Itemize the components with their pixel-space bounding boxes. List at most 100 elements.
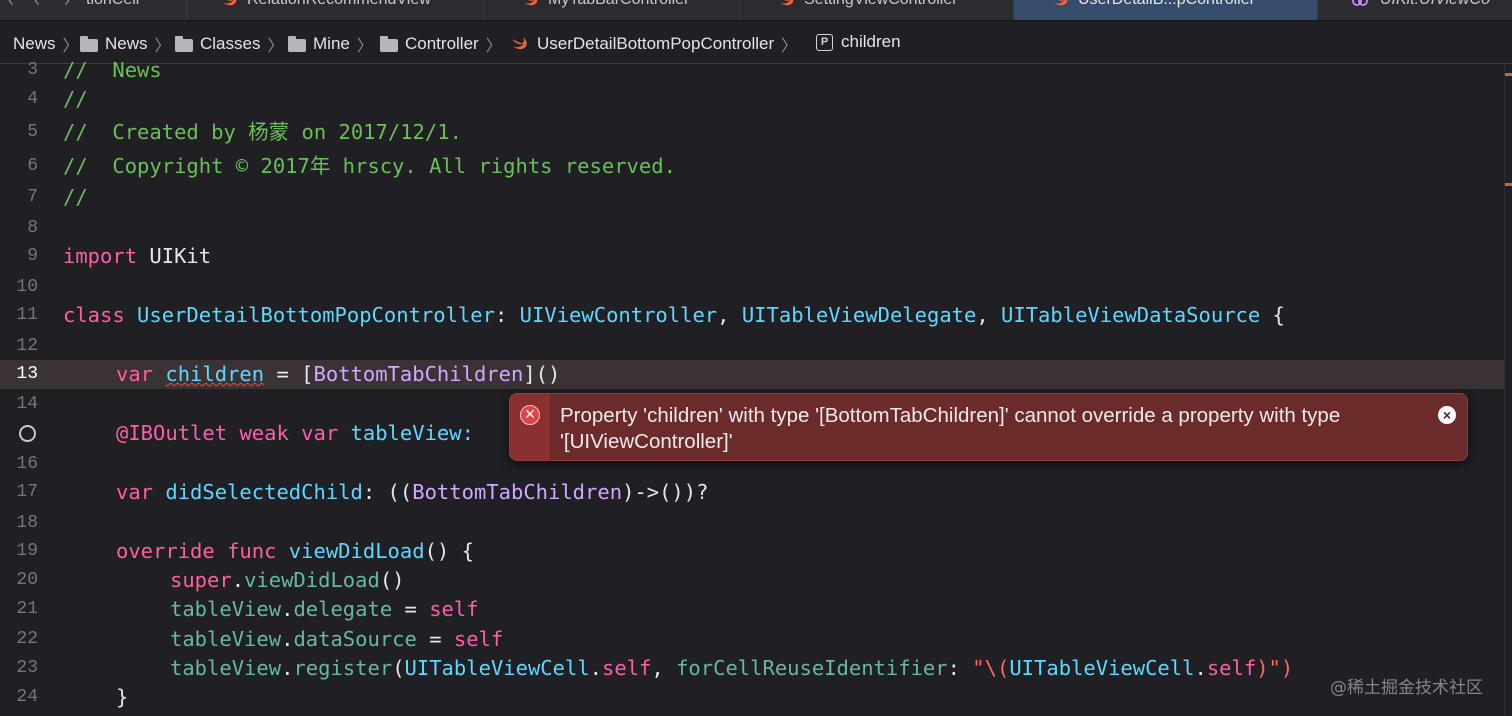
- chevron-right-icon: 〉: [356, 38, 373, 55]
- swift-file-icon: [223, 0, 237, 6]
- punctuation: : ((: [362, 480, 413, 504]
- keyword: self: [602, 656, 652, 680]
- keyword: self: [429, 597, 479, 621]
- code-line: 12: [0, 332, 1504, 361]
- keyword: weak: [239, 421, 289, 445]
- breadcrumb-item-group[interactable]: Mine 〉: [288, 32, 373, 56]
- identifier: tableView: [170, 656, 282, 680]
- punctuation: (): [379, 568, 405, 592]
- breadcrumb-item-group[interactable]: Controller 〉: [380, 32, 502, 56]
- type-name: BottomTabChildren: [412, 480, 623, 504]
- chevron-right-icon: 〉: [267, 38, 284, 55]
- chevron-left-icon[interactable]: ‹: [34, 0, 40, 11]
- code-line: 7 //: [0, 183, 1504, 212]
- code-line: 23 tableView.register(UITableViewCell.se…: [0, 654, 1504, 683]
- folder-icon: [288, 35, 306, 52]
- error-x-icon[interactable]: ✕: [520, 405, 540, 425]
- property-name: delegate: [293, 597, 393, 621]
- breadcrumb-label: News: [105, 34, 148, 53]
- keyword: self: [453, 627, 504, 651]
- punctuation: )->())?: [622, 480, 709, 504]
- comment: //: [63, 87, 88, 111]
- code-line: 20 super.viewDidLoad(): [0, 566, 1504, 595]
- chevron-right-icon: 〉: [485, 38, 502, 55]
- punctuation: .: [1194, 656, 1207, 680]
- line-number: 17: [16, 482, 38, 502]
- watermark: @稀土掘金技术社区: [1330, 678, 1483, 698]
- breadcrumb-item-project[interactable]: News 〉: [13, 32, 79, 56]
- line-number: 9: [27, 246, 38, 266]
- scroll-marker: [1505, 73, 1512, 76]
- line-number: 21: [16, 599, 38, 619]
- code-editor[interactable]: 3 // News 4 // 5 // Created by 杨蒙 on 201…: [0, 58, 1512, 716]
- punctuation: ,: [976, 303, 1002, 327]
- breadcrumb-label: UserDetailBottomPopController: [537, 34, 775, 53]
- back-arrow-icon[interactable]: ‹: [8, 0, 14, 11]
- code-line: 17 var didSelectedChild: ((BottomTabChil…: [0, 478, 1504, 507]
- tab-label: MyTabBarController: [548, 0, 689, 9]
- punctuation: (: [392, 656, 405, 680]
- swift-file-icon: [524, 0, 538, 6]
- class-name: UserDetailBottomPopController: [124, 303, 495, 327]
- breadcrumb-item-group[interactable]: Classes 〉: [175, 32, 283, 56]
- folder-icon: [175, 35, 193, 52]
- attribute: @IBOutlet: [116, 421, 228, 445]
- chevron-right-icon: 〉: [781, 38, 798, 55]
- error-message: Property 'children' with type '[BottomTa…: [560, 404, 1341, 453]
- code-line: 5 // Created by 杨蒙 on 2017/12/1.: [0, 118, 1504, 147]
- punctuation: ](): [523, 362, 561, 386]
- punctuation: .: [281, 656, 294, 680]
- line-number-current: 13: [16, 364, 38, 384]
- tab-file[interactable]: SettingViewController: [740, 0, 1014, 20]
- line-number: 7: [27, 187, 38, 207]
- line-number: 10: [16, 277, 38, 297]
- tab-file[interactable]: tionCell: [74, 0, 187, 20]
- module-name: UIKit: [137, 244, 212, 268]
- code-line: 24 }: [0, 683, 1504, 712]
- argument-label: forCellReuseIdentifier: [676, 656, 948, 680]
- punctuation: () {: [424, 539, 474, 563]
- code-line: 18: [0, 509, 1504, 538]
- code-line: 10: [0, 273, 1504, 302]
- breadcrumb-label: Classes: [200, 34, 261, 53]
- punctuation: .: [281, 627, 294, 651]
- keyword: override: [116, 539, 215, 563]
- swift-file-icon: [511, 36, 527, 49]
- tab-file[interactable]: UIKit.UIViewCo: [1318, 0, 1512, 20]
- punctuation: }: [116, 685, 129, 709]
- tab-label: SettingViewController: [804, 0, 958, 9]
- punctuation: {: [1260, 303, 1285, 327]
- function-name: viewDidLoad: [276, 539, 425, 563]
- identifier: tableView: [170, 597, 282, 621]
- error-identifier: children: [165, 362, 265, 386]
- string-literal: "\(: [972, 656, 1010, 680]
- tab-label: RelationRecommendView: [247, 0, 431, 9]
- tab-file[interactable]: RelationRecommendView: [187, 0, 484, 20]
- punctuation: = [: [264, 362, 314, 386]
- outlet-connection-icon[interactable]: [19, 425, 36, 442]
- breadcrumb-item-file[interactable]: UserDetailBottomPopController 〉: [510, 32, 797, 56]
- line-number: 20: [16, 570, 38, 590]
- scroll-marker: [1505, 183, 1512, 186]
- chevron-right-icon[interactable]: ›: [64, 0, 70, 11]
- code-line: 19 override func viewDidLoad() {: [0, 537, 1504, 566]
- line-number: 6: [27, 156, 38, 176]
- line-number: 16: [16, 454, 38, 474]
- breadcrumb-item-symbol[interactable]: P children: [816, 32, 901, 52]
- comment: //: [63, 185, 88, 209]
- tab-file-active[interactable]: UserDetailB...pController: [1014, 0, 1318, 20]
- line-number: 24: [16, 687, 38, 707]
- breadcrumb-item-group[interactable]: News 〉: [80, 32, 171, 56]
- comment: // Copyright © 2017年 hrscy. All rights r…: [63, 154, 676, 178]
- scrollbar-track[interactable]: [1504, 63, 1505, 716]
- punctuation: =: [392, 597, 430, 621]
- close-button[interactable]: ×: [1438, 406, 1456, 424]
- chevron-right-icon: 〉: [62, 38, 79, 55]
- breadcrumb-label: Controller: [405, 34, 479, 53]
- keyword: self: [1206, 656, 1257, 680]
- error-popover[interactable]: ✕ Property 'children' with type '[Bottom…: [509, 393, 1468, 461]
- tab-file[interactable]: MyTabBarController: [484, 0, 740, 20]
- property-name: dataSource: [293, 627, 417, 651]
- tab-label: tionCell: [86, 0, 139, 9]
- folder-icon: [80, 35, 98, 52]
